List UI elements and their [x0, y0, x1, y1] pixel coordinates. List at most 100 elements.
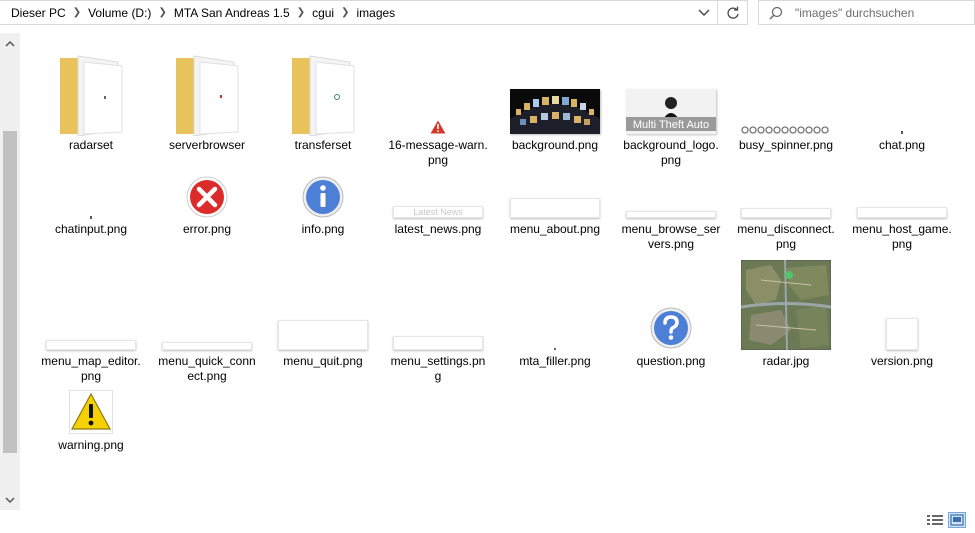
file-item-version[interactable]: version.png [847, 258, 957, 373]
item-label: error.png [182, 222, 232, 236]
folder-icon [152, 48, 262, 136]
image-thumbnail: Multi Theft Auto [616, 48, 726, 134]
item-label: info.png [301, 222, 345, 236]
breadcrumb: Dieser PC ❯ Volume (D:) ❯ MTA San Andrea… [0, 1, 689, 24]
vertical-scrollbar[interactable] [0, 33, 20, 510]
file-item-menu-host-game[interactable]: menu_host_game.png [847, 173, 957, 258]
file-item-background-logo[interactable]: Multi Theft Auto background_logo.png [616, 48, 726, 173]
file-item-radar[interactable]: radar.jpg [731, 258, 841, 373]
folder-item-transferset[interactable]: transferset [268, 48, 378, 158]
breadcrumb-item-volume[interactable]: Volume (D:) [86, 6, 153, 20]
breadcrumb-item-mta[interactable]: MTA San Andreas 1.5 [172, 6, 292, 20]
folder-icon [36, 48, 146, 136]
image-thumbnail [847, 258, 957, 350]
thumbnail-text: Latest News [393, 206, 483, 218]
item-label: mta_filler.png [519, 354, 591, 368]
item-label: 16-message-warn.png [388, 138, 488, 167]
large-icons-view-icon [950, 514, 964, 526]
item-label: menu_about.png [509, 222, 601, 236]
question-icon [616, 258, 726, 350]
item-label: menu_browse_servers.png [621, 222, 721, 251]
file-item-info[interactable]: info.png [268, 173, 378, 243]
item-label: warning.png [58, 438, 124, 452]
scroll-thumb[interactable] [3, 131, 17, 453]
scroll-down-button[interactable] [0, 490, 20, 510]
item-label: menu_host_game.png [852, 222, 952, 251]
file-item-menu-quick-connect[interactable]: menu_quick_connect.png [152, 258, 262, 388]
image-thumbnail [500, 48, 610, 134]
image-thumbnail [268, 258, 378, 350]
item-label: serverbrowser [168, 138, 246, 152]
address-bar[interactable]: Dieser PC ❯ Volume (D:) ❯ MTA San Andrea… [0, 0, 748, 25]
file-item-menu-quit[interactable]: menu_quit.png [268, 258, 378, 373]
refresh-button[interactable] [717, 1, 747, 24]
item-label: latest_news.png [394, 222, 482, 236]
image-thumbnail [500, 173, 610, 218]
large-icons-view-button[interactable] [948, 512, 966, 528]
file-item-16-message-warn[interactable]: 16-message-warn.png [383, 48, 493, 173]
file-item-busy-spinner[interactable]: busy_spinner.png [731, 48, 841, 173]
file-item-mta-filler[interactable]: mta_filler.png [500, 258, 610, 373]
image-thumbnail [731, 173, 841, 218]
item-label: radar.jpg [762, 354, 810, 368]
chevron-right-icon[interactable]: ❯ [153, 7, 171, 18]
search-input[interactable]: "images" durchsuchen [795, 6, 914, 20]
image-thumbnail [847, 173, 957, 218]
file-item-question[interactable]: question.png [616, 258, 726, 373]
info-icon [268, 173, 378, 219]
item-label: menu_quick_connect.png [158, 354, 256, 383]
details-view-button[interactable] [926, 512, 944, 528]
file-item-background[interactable]: background.png [500, 48, 610, 158]
item-label: version.png [870, 354, 934, 368]
map-thumbnail [731, 258, 841, 350]
details-view-icon [927, 515, 943, 525]
folder-item-serverbrowser[interactable]: serverbrowser [152, 48, 262, 158]
file-item-menu-disconnect[interactable]: menu_disconnect.png [731, 173, 841, 258]
image-thumbnail [36, 173, 146, 219]
image-thumbnail [152, 258, 262, 350]
image-thumbnail [36, 258, 146, 350]
item-label: question.png [636, 354, 706, 368]
item-label: menu_map_editor.png [41, 354, 141, 383]
file-item-warning[interactable]: warning.png [36, 388, 146, 458]
folder-icon [268, 48, 378, 136]
error-icon [152, 173, 262, 219]
image-thumbnail [383, 258, 493, 350]
image-thumbnail: Latest News [383, 173, 493, 218]
chevron-down-icon [5, 496, 15, 503]
file-item-menu-settings[interactable]: menu_settings.png [383, 258, 493, 388]
breadcrumb-item-images[interactable]: images [354, 6, 397, 20]
item-label: busy_spinner.png [738, 138, 834, 152]
file-item-chat[interactable]: chat.png [847, 48, 957, 158]
history-dropdown-button[interactable] [689, 1, 717, 24]
file-item-latest-news[interactable]: Latest News latest_news.png [383, 173, 493, 243]
file-item-menu-about[interactable]: menu_about.png [500, 173, 610, 243]
image-thumbnail [500, 258, 610, 350]
chevron-right-icon[interactable]: ❯ [336, 7, 354, 18]
refresh-icon [726, 6, 739, 19]
search-box[interactable]: "images" durchsuchen [758, 0, 975, 25]
chevron-up-icon [5, 40, 15, 47]
warning-icon [383, 48, 493, 134]
image-thumbnail [616, 173, 726, 218]
item-label: menu_disconnect.png [737, 222, 835, 251]
logo-text: Multi Theft Auto [633, 119, 709, 131]
file-item-chatinput[interactable]: chatinput.png [36, 173, 146, 243]
spinner-strip-thumbnail [731, 48, 841, 134]
search-icon [769, 6, 783, 19]
file-item-menu-browse-servers[interactable]: menu_browse_servers.png [616, 173, 726, 258]
scroll-up-button[interactable] [0, 33, 20, 53]
breadcrumb-item-cgui[interactable]: cgui [310, 6, 336, 20]
chevron-right-icon[interactable]: ❯ [292, 7, 310, 18]
folder-item-radarset[interactable]: radarset [36, 48, 146, 158]
item-label: menu_settings.png [390, 354, 486, 383]
file-item-error[interactable]: error.png [152, 173, 262, 243]
file-item-menu-map-editor[interactable]: menu_map_editor.png [36, 258, 146, 388]
chevron-down-icon [698, 9, 709, 16]
breadcrumb-item-this-pc[interactable]: Dieser PC [9, 6, 68, 20]
item-label: background.png [511, 138, 599, 152]
image-thumbnail [847, 48, 957, 134]
chevron-right-icon[interactable]: ❯ [68, 7, 86, 18]
item-label: background_logo.png [623, 138, 719, 167]
warning-icon [36, 388, 146, 434]
